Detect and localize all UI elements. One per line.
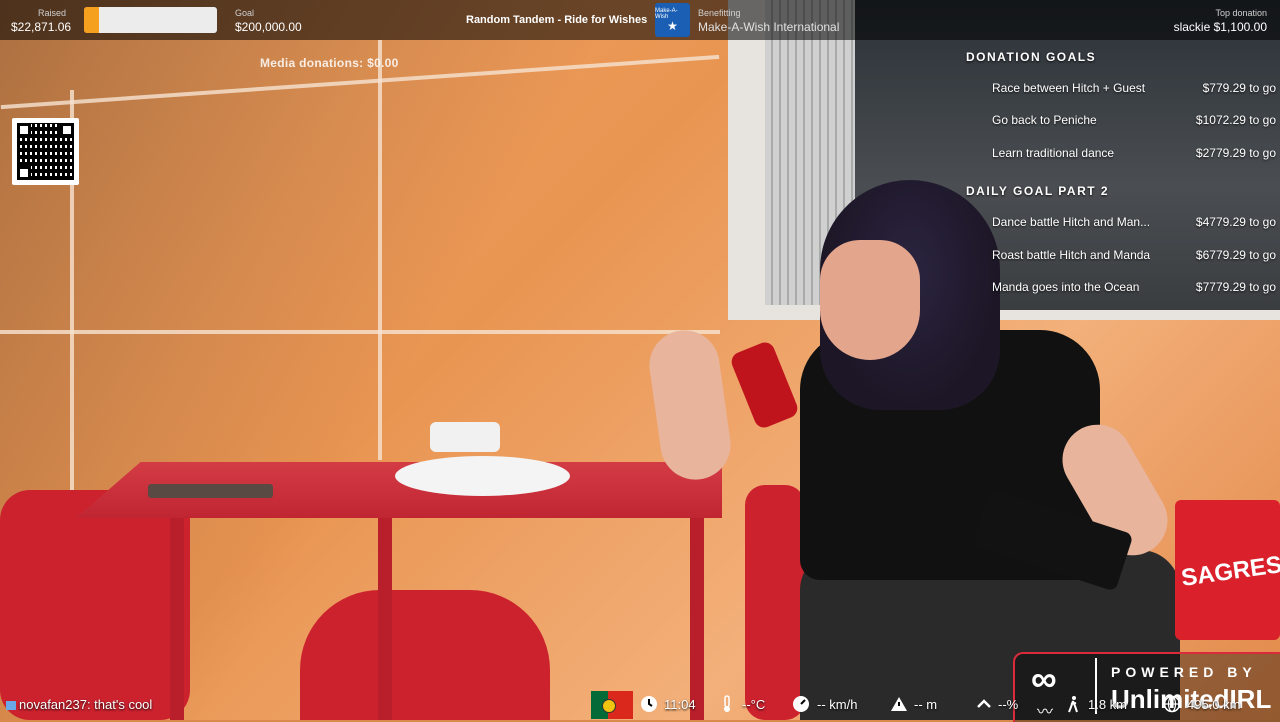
plate [395,456,570,496]
goal-amount: $1072.29 to go [1195,113,1276,127]
clock-icon [640,695,658,713]
stream-video-frame: SAGRES [0,0,1280,720]
goal-amount: $779.29 to go [1202,81,1276,95]
goal-name: Roast battle Hitch and Manda [992,248,1151,262]
goal-name: Go back to Peniche [992,113,1097,127]
daily-goal-heading: DAILY GOAL PART 2 [966,184,1110,198]
goal-name: Manda goes into the Ocean [992,280,1140,294]
goal-name: Dance battle Hitch and Man... [992,215,1151,229]
goal-name: Learn traditional dance [992,146,1115,160]
thermometer-icon [718,695,736,713]
donation-topbar: Raised $22,871.06 Goal $200,000.00 Rando… [0,0,1280,40]
qr-finder [17,123,31,137]
infinity-logo-icon: ∞ [1031,658,1057,699]
goal-amount: $2779.29 to go [1195,146,1276,160]
powered-by-label: POWERED BY [1111,664,1257,680]
temperature-readout: --°C [742,697,766,712]
top-donation-value: slackie $1,100.00 [1173,20,1267,34]
mustache-icon: 〰 [1037,704,1054,721]
incline-icon [975,695,993,713]
walker-icon [1064,695,1082,713]
table-leg [170,515,184,720]
time-readout: 11:04 [664,697,696,712]
donation-progress-bar [84,7,217,33]
streamer-face [820,240,920,360]
goal-amount: $6779.29 to go [1195,248,1276,262]
qr-code-icon [12,118,79,185]
media-donations-total: Media donations: $0.00 [260,56,399,70]
donation-progress-fill [84,7,100,33]
benefitting-value: Make-A-Wish International [698,20,840,34]
table-leg [378,515,392,720]
star-icon: ★ [667,19,678,33]
donation-goals-heading: DONATION GOALS [966,50,1097,64]
flag-emblem [602,699,616,713]
wall-grout [378,40,382,460]
distance-readout: 1.8 km [1088,697,1128,712]
goal-label: Goal [235,8,255,18]
make-a-wish-logo: Make-A-Wish ★ [655,3,690,37]
portugal-flag-icon [591,691,633,719]
qr-finder [60,123,74,137]
raised-label: Raised [38,8,67,18]
coffee-cup [430,422,500,452]
chat-icon [6,701,16,711]
qr-finder [17,166,31,180]
goal-amount: $7779.29 to go [1195,280,1276,294]
speedometer-icon [792,695,810,713]
phone-on-table [148,484,273,498]
goal-name: Race between Hitch + Guest [992,81,1146,95]
globe-icon [1163,695,1181,713]
altitude-readout: -- m [914,697,938,712]
goal-amount: $4779.29 to go [1195,215,1276,229]
goal-value: $200,000.00 [235,20,302,34]
red-chair [745,485,805,720]
benefitting-label: Benefitting [698,8,741,18]
mountain-icon [890,695,908,713]
total-distance-readout: 495.0 km [1187,697,1241,712]
red-chair [300,590,550,720]
stream-title: Random Tandem - Ride for Wishes [466,14,648,26]
sagres-sign: SAGRES [1175,500,1280,640]
chat-message: novafan237: that's cool [6,697,152,712]
speed-readout: -- km/h [817,697,858,712]
sagres-sign-text: SAGRES [1179,551,1280,592]
red-chair [0,490,190,720]
incline-readout: --% [998,697,1019,712]
table-leg [690,515,704,720]
chat-message-text: novafan237: that's cool [19,697,153,712]
top-donation-label: Top donation [1215,8,1267,18]
wall-grout [0,330,720,334]
raised-value: $22,871.06 [11,20,72,34]
